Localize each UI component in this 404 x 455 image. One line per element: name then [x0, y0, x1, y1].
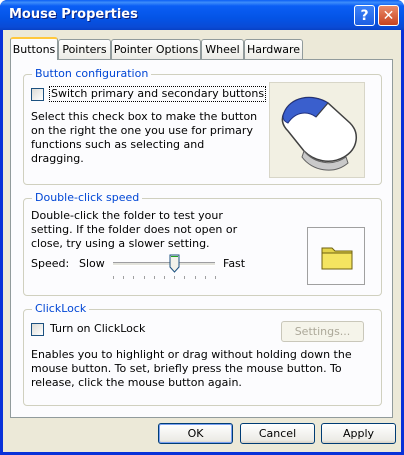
close-button[interactable]: ✕ — [378, 5, 399, 26]
mouse-illustration — [269, 82, 365, 178]
slider-tick — [194, 276, 196, 279]
slider-tick — [184, 276, 186, 279]
tab-pointer-options[interactable]: Pointer Options — [111, 39, 201, 59]
slider-tick — [133, 276, 135, 279]
title-bar[interactable]: Mouse Properties ? ✕ — [0, 0, 404, 30]
clicklock-label[interactable]: Turn on ClickLock — [50, 322, 145, 336]
button-label: Cancel — [258, 427, 297, 440]
close-icon: ✕ — [382, 7, 395, 24]
slider-tick — [215, 276, 216, 279]
cancel-button[interactable]: Cancel — [240, 423, 315, 444]
dialog-client-area: Buttons Pointers Pointer Options Wheel H… — [3, 30, 401, 452]
slider-tick — [164, 276, 165, 279]
clicklock-group: ClickLock Turn on ClickLock Settings... … — [23, 302, 382, 406]
clicklock-settings-button[interactable]: Settings... — [281, 321, 364, 342]
tab-hardware[interactable]: Hardware — [244, 39, 303, 59]
buttons-tab-panel: Button configuration Switch primary and … — [10, 59, 393, 418]
double-click-description: Double-click the folder to test your set… — [31, 209, 238, 250]
tab-label: Hardware — [246, 43, 301, 56]
window-title: Mouse Properties — [9, 7, 138, 22]
mouse-properties-window: Mouse Properties ? ✕ Buttons Pointers Po… — [0, 0, 404, 455]
ok-button[interactable]: OK — [158, 423, 233, 444]
tab-label: Wheel — [205, 43, 240, 56]
slider-tick — [204, 276, 206, 279]
slider-tick — [143, 276, 145, 279]
help-icon: ? — [360, 7, 369, 24]
tab-buttons[interactable]: Buttons — [10, 37, 58, 60]
slider-tick — [113, 276, 114, 279]
button-configuration-group: Button configuration Switch primary and … — [23, 67, 382, 185]
folder-icon — [321, 247, 353, 270]
switch-buttons-label[interactable]: Switch primary and secondary buttons — [48, 86, 267, 102]
slider-tick — [123, 276, 125, 279]
double-click-speed-group: Double-click speed Double-click the fold… — [23, 191, 382, 296]
switch-buttons-checkbox[interactable] — [31, 88, 44, 101]
speed-slider-thumb[interactable] — [169, 254, 180, 273]
clicklock-description: Enables you to highlight or drag without… — [31, 348, 352, 389]
tab-label: Pointer Options — [113, 43, 199, 56]
speed-slider-track[interactable] — [113, 262, 215, 266]
slow-label: Slow — [79, 257, 105, 270]
tab-wheel[interactable]: Wheel — [201, 39, 244, 59]
slider-tick — [174, 276, 176, 279]
tab-label: Pointers — [62, 43, 107, 56]
tab-label: Buttons — [12, 43, 56, 56]
apply-button[interactable]: Apply — [321, 423, 396, 444]
mouse-icon — [281, 96, 357, 171]
group-legend: ClickLock — [32, 302, 90, 315]
test-folder-area[interactable] — [307, 227, 365, 285]
button-label: OK — [187, 427, 204, 440]
slider-tick — [153, 276, 155, 279]
help-button[interactable]: ? — [354, 5, 375, 26]
tab-pointers[interactable]: Pointers — [58, 39, 111, 59]
button-config-description: Select this check box to make the button… — [31, 110, 258, 165]
group-legend: Double-click speed — [32, 191, 143, 204]
fast-label: Fast — [223, 257, 246, 270]
clicklock-checkbox[interactable] — [31, 323, 44, 336]
speed-label: Speed: — [31, 257, 70, 270]
button-label: Apply — [342, 427, 375, 440]
button-label: Settings... — [294, 325, 351, 338]
group-legend: Button configuration — [32, 67, 152, 80]
